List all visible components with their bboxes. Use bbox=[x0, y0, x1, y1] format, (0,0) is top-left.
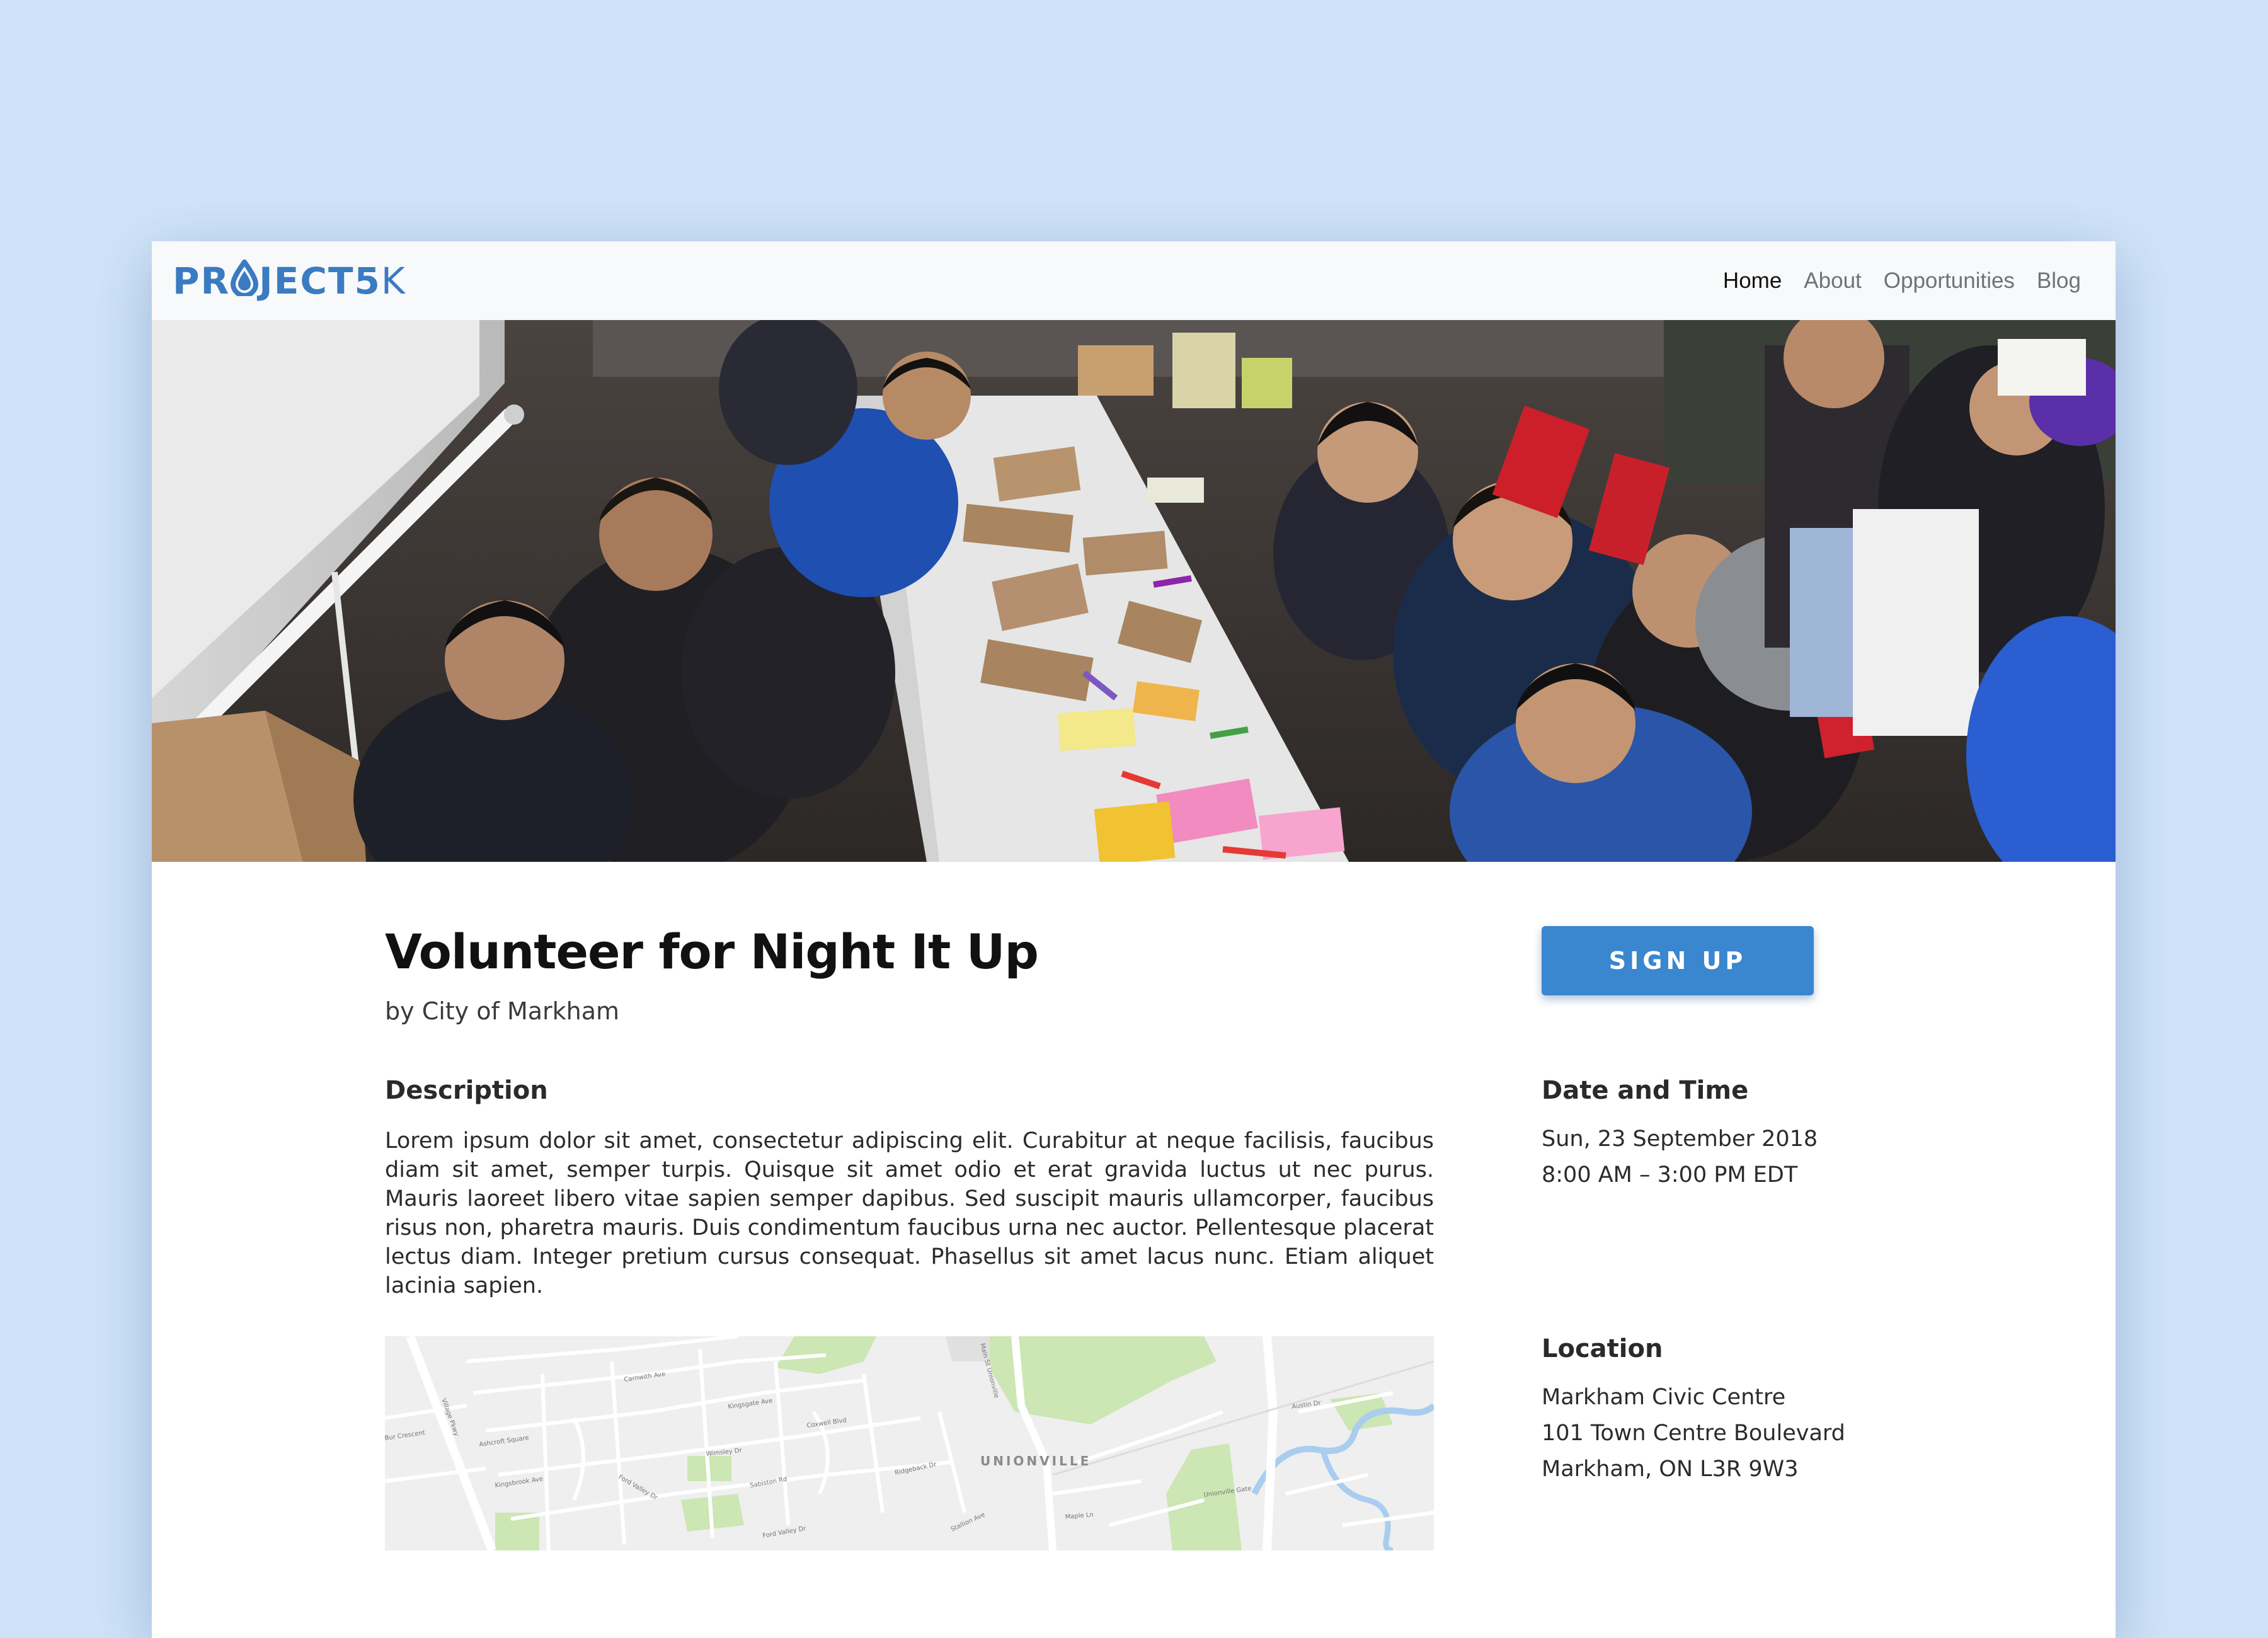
datetime-heading: Date and Time bbox=[1542, 1076, 1749, 1105]
nav-home[interactable]: Home bbox=[1723, 265, 1782, 297]
nav-about[interactable]: About bbox=[1804, 265, 1861, 297]
location-city: Markham, ON L3R 9W3 bbox=[1542, 1457, 1799, 1482]
droplet-icon bbox=[230, 258, 259, 306]
browser-window: PRJECT5K Home About Opportunities Blog bbox=[152, 241, 2116, 1638]
event-time: 8:00 AM – 3:00 PM EDT bbox=[1542, 1162, 1798, 1188]
map-area-label: UNIONVILLE bbox=[980, 1453, 1091, 1469]
description-heading: Description bbox=[385, 1076, 548, 1105]
logo-text: PR JECT5K bbox=[173, 258, 406, 302]
location-street: 101 Town Centre Boulevard bbox=[1542, 1421, 1845, 1446]
volunteers-photo bbox=[152, 320, 2116, 862]
brand-logo[interactable]: PR JECT5K bbox=[173, 258, 406, 303]
location-heading: Location bbox=[1542, 1334, 1663, 1363]
event-title: Volunteer for Night It Up bbox=[385, 924, 1039, 980]
event-organizer: by City of Markham bbox=[385, 997, 620, 1025]
nav-menu: Home About Opportunities Blog bbox=[1723, 265, 2081, 297]
map-graphic: Carnwith Ave Kingsgate Ave Coxwell Blvd … bbox=[385, 1336, 1434, 1550]
signup-button[interactable]: SIGN UP bbox=[1542, 926, 1814, 995]
nav-opportunities[interactable]: Opportunities bbox=[1884, 265, 2015, 297]
event-date: Sun, 23 September 2018 bbox=[1542, 1126, 1818, 1152]
navbar: PR JECT5K Home About Opportunities Blog bbox=[152, 241, 2116, 321]
location-map[interactable]: Carnwith Ave Kingsgate Ave Coxwell Blvd … bbox=[385, 1336, 1434, 1550]
hero-image bbox=[152, 320, 2116, 862]
location-name: Markham Civic Centre bbox=[1542, 1385, 1786, 1410]
nav-blog[interactable]: Blog bbox=[2037, 265, 2081, 297]
description-text: Lorem ipsum dolor sit amet, consectetur … bbox=[385, 1128, 1434, 1298]
